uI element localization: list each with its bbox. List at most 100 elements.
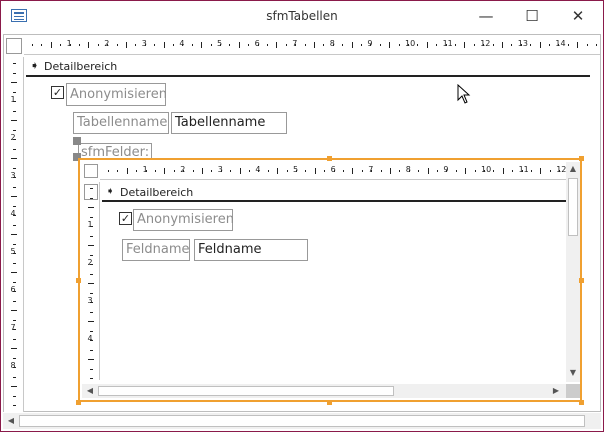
ruler-tick xyxy=(12,243,16,245)
resize-handle[interactable] xyxy=(579,156,584,161)
ruler-tick xyxy=(493,169,495,172)
resize-handle[interactable] xyxy=(76,400,81,405)
ruler-label: 5 xyxy=(293,164,299,174)
ruler-label: 11 xyxy=(442,38,453,48)
resize-handle[interactable] xyxy=(327,400,332,405)
ruler-tick xyxy=(10,386,17,387)
form-horizontal-scrollbar[interactable]: ◀ xyxy=(3,413,587,429)
move-handle[interactable] xyxy=(73,137,81,145)
ruler-tick xyxy=(60,43,62,46)
ruler-label: 4 xyxy=(87,334,93,343)
ruler-tick xyxy=(277,167,279,174)
close-button[interactable]: ✕ xyxy=(555,1,601,31)
ruler-label: 6 xyxy=(330,164,336,174)
anonymisieren-label[interactable]: Anonymisieren xyxy=(66,83,167,106)
subform-horizontal-ruler[interactable]: 1 2 3 4 5 6 7 8 9 10 11 12 xyxy=(100,162,566,180)
ruler-tick xyxy=(41,43,43,46)
ruler-tick xyxy=(427,167,429,174)
ruler-label: 4 xyxy=(10,209,16,218)
ruler-tick xyxy=(314,167,316,174)
section-bar-detailbereich[interactable]: ➧ Detailbereich xyxy=(26,57,590,77)
ruler-tick xyxy=(79,43,80,46)
ruler-tick xyxy=(389,41,391,48)
ruler-tick xyxy=(136,169,138,172)
scroll-left-arrow[interactable]: ◀ xyxy=(5,416,17,425)
ruler-tick xyxy=(10,272,17,273)
sfmfelder-subform-control[interactable]: 1 2 3 4 5 6 7 8 9 10 11 12 1234 ➧ Detailbereich ✓ A… xyxy=(78,158,582,402)
vertical-ruler[interactable]: 1 2 3 4 5 6 7 8 xyxy=(4,57,24,412)
ruler-tick xyxy=(12,376,16,378)
section-arrow-icon: ➧ xyxy=(30,59,40,72)
ruler-tick xyxy=(12,262,16,264)
ruler-tick xyxy=(577,41,579,48)
ruler-tick xyxy=(343,169,344,172)
section-arrow-icon: ➧ xyxy=(106,186,115,197)
ruler-tick xyxy=(10,310,17,311)
resize-handle[interactable] xyxy=(579,400,584,405)
ruler-tick xyxy=(464,41,466,48)
resize-handle[interactable] xyxy=(76,278,81,283)
subform-row-selector[interactable] xyxy=(84,184,98,200)
ruler-tick xyxy=(12,63,16,64)
ruler-label: 2 xyxy=(104,38,110,48)
subform-form-selector[interactable] xyxy=(84,164,98,178)
subform-vertical-scrollbar[interactable]: ▲ ▼ xyxy=(566,162,580,382)
scroll-thumb[interactable] xyxy=(568,178,578,236)
ruler-tick xyxy=(155,169,156,172)
ruler-tick xyxy=(238,41,240,48)
maximize-button[interactable]: ☐ xyxy=(509,1,555,31)
ruler-tick xyxy=(285,43,287,46)
ruler-tick xyxy=(89,349,93,351)
ruler-tick xyxy=(530,43,532,46)
ruler-tick xyxy=(12,224,16,226)
feldname-label[interactable]: Feldname xyxy=(122,239,190,261)
ruler-label: 4 xyxy=(255,164,261,174)
horizontal-ruler[interactable]: 1 2 3 4 5 6 7 8 9 10 11 12 13 14 xyxy=(24,35,600,55)
ruler-tick xyxy=(12,186,16,188)
subform-section-bar[interactable]: ➧ Detailbereich xyxy=(102,184,566,202)
anonymisieren-checkbox[interactable]: ✓ xyxy=(51,86,64,99)
ruler-tick xyxy=(32,43,33,46)
minimize-button[interactable]: — xyxy=(463,1,509,31)
scroll-up-arrow[interactable]: ▲ xyxy=(566,164,580,173)
ruler-tick xyxy=(352,167,354,174)
subform-horizontal-scrollbar[interactable]: ◀ ▶ xyxy=(82,384,566,398)
ruler-tick xyxy=(286,169,288,172)
ruler-label: 11 xyxy=(518,164,529,174)
scroll-thumb[interactable] xyxy=(19,415,585,427)
resize-handle[interactable] xyxy=(327,156,332,161)
ruler-tick xyxy=(12,110,16,112)
scrollbar-corner xyxy=(566,384,580,398)
subform-vertical-ruler[interactable]: 1 2 3 4 xyxy=(82,182,100,380)
tabellenname-label[interactable]: Tabellenname xyxy=(73,112,169,134)
subform-anonymisieren-checkbox[interactable]: ✓ xyxy=(119,212,132,225)
scroll-down-arrow[interactable]: ▼ xyxy=(566,368,580,377)
ruler-tick xyxy=(380,169,382,172)
scroll-right-arrow[interactable]: ▶ xyxy=(550,386,562,395)
title-bar[interactable]: sfmTabellen — ☐ ✕ xyxy=(1,1,603,31)
ruler-label: 2 xyxy=(180,164,186,174)
subform-section-label: Detailbereich xyxy=(120,186,194,199)
size-grip-icon[interactable] xyxy=(587,413,601,429)
ruler-tick xyxy=(12,338,16,340)
resize-handle[interactable] xyxy=(579,278,584,283)
ruler-label: 3 xyxy=(217,164,223,174)
ruler-tick xyxy=(116,43,118,46)
subform-anonymisieren-label[interactable]: Anonymisieren xyxy=(133,209,234,231)
ruler-tick xyxy=(230,169,232,172)
tabellenname-textbox[interactable]: Tabellenname xyxy=(171,112,287,134)
ruler-label: 8 xyxy=(329,38,335,48)
scroll-left-arrow[interactable]: ◀ xyxy=(84,386,96,395)
ruler-label: 2 xyxy=(10,133,16,142)
feldname-textbox[interactable]: Feldname xyxy=(194,239,308,261)
ruler-tick xyxy=(10,348,17,349)
ruler-tick xyxy=(426,41,428,48)
form-design-area: 1 2 3 4 5 6 7 8 9 10 11 12 13 14 12345678 ➧ Detailber… xyxy=(3,34,601,412)
ruler-tick xyxy=(540,167,542,174)
ruler-label: 3 xyxy=(141,38,147,48)
form-selector[interactable] xyxy=(6,38,22,54)
scroll-thumb[interactable] xyxy=(98,386,394,396)
ruler-tick xyxy=(511,43,513,46)
ruler-label: 8 xyxy=(405,164,411,174)
ruler-tick xyxy=(276,41,278,48)
